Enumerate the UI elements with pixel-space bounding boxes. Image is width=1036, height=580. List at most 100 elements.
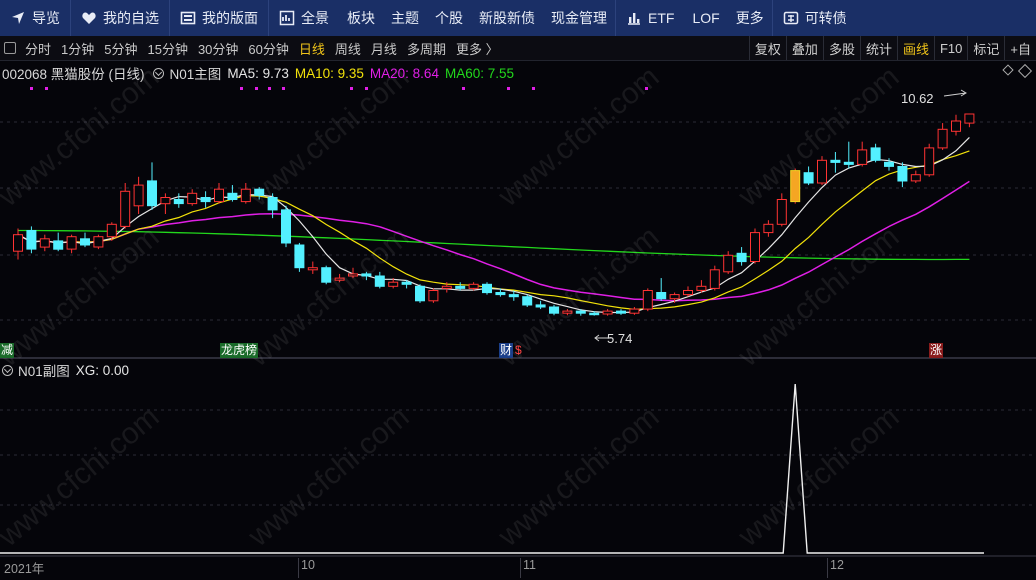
candle-body [589, 312, 600, 316]
candle-body [415, 285, 425, 302]
candle-body [843, 161, 854, 165]
ma20-value: MA20: 8.64 [369, 65, 439, 81]
candle-body [776, 199, 787, 225]
stock-title: 002068 黑猫股份 (日线) [2, 67, 145, 82]
candle-body [696, 285, 707, 291]
candle-body [321, 267, 332, 283]
high-price-label: 10.62 [901, 91, 934, 106]
candle-body [642, 290, 653, 310]
x-tick [827, 558, 828, 578]
candle-body [468, 283, 479, 289]
candle-body [294, 244, 305, 269]
candle-body [133, 184, 144, 207]
candle-body [428, 290, 439, 302]
candle-body [857, 149, 868, 165]
candle-body [884, 161, 894, 167]
signal-dot [240, 87, 243, 90]
candle-body [616, 310, 626, 314]
candle-body [508, 294, 519, 298]
xg-signal-line [0, 383, 984, 554]
ma60-value: MA60: 7.55 [444, 65, 514, 81]
signal-dot [507, 87, 510, 90]
candle-body [951, 120, 961, 132]
event-tag-limit-list[interactable]: 龙虎榜 [220, 343, 259, 358]
signal-dot [645, 87, 648, 90]
indicator-settings-icon[interactable] [152, 67, 164, 79]
signal-dot [282, 87, 285, 90]
candle-body [870, 147, 881, 161]
candle-body [964, 113, 975, 124]
ma10-value: MA10: 9.35 [294, 65, 364, 81]
candle-body [683, 290, 693, 296]
main-indicator-name[interactable]: N01主图 [170, 63, 222, 83]
candle-body [401, 281, 412, 285]
high-arrow [943, 89, 967, 97]
candle-body [790, 170, 801, 203]
candle-body [106, 223, 117, 238]
candle-body [187, 192, 198, 205]
signal-dot [365, 87, 368, 90]
event-tag-reduce[interactable]: 减 [0, 343, 15, 358]
sub-chart-header: N01副图 XG: 0.00 [0, 360, 129, 380]
candle-body [937, 128, 948, 149]
x-label-dec: 12 [830, 558, 844, 572]
candle-body [817, 159, 827, 184]
candle-body [763, 223, 774, 234]
candle-body [120, 190, 131, 227]
candle-body [53, 240, 64, 250]
x-label-oct: 10 [301, 558, 315, 572]
candle-body [281, 209, 291, 244]
candle-body [803, 172, 814, 184]
event-tag-finance[interactable]: 财 [499, 343, 514, 358]
low-price-label: 5.74 [607, 331, 633, 346]
candle-body [441, 285, 452, 289]
candle-body [374, 275, 385, 287]
event-tag-finance-s[interactable]: $ [514, 343, 523, 358]
signal-dot [45, 87, 48, 90]
candle-body [669, 294, 680, 300]
kline-chart[interactable] [0, 0, 1036, 580]
candle-body [39, 238, 50, 248]
candle-body [173, 199, 184, 205]
candle-body [348, 273, 358, 277]
candle-body [482, 283, 492, 294]
candle-body [26, 230, 37, 250]
candle-body [549, 306, 559, 314]
candle-body [750, 232, 760, 263]
candle-body [535, 304, 546, 308]
candle-body [147, 180, 157, 207]
signal-dot [255, 87, 258, 90]
candle-body [160, 197, 171, 205]
candle-body [214, 188, 224, 203]
signal-dot [268, 87, 271, 90]
sub-indicator-name[interactable]: N01副图 [18, 360, 70, 380]
x-tick [520, 558, 521, 578]
candle-body [13, 234, 23, 252]
signal-dot [350, 87, 353, 90]
candle-body [388, 281, 399, 287]
candle-body [66, 236, 77, 250]
candle-body [240, 188, 251, 203]
candle-body [334, 277, 345, 281]
candle-body [254, 188, 265, 196]
x-tick [298, 558, 299, 578]
app-window: { "nav": { "guide": "导览", "watchlist": "… [0, 0, 1036, 580]
signal-dot [30, 87, 33, 90]
candle-body [227, 192, 238, 201]
candle-body [629, 308, 640, 314]
candle-body [455, 285, 466, 289]
event-tag-rise[interactable]: 涨 [929, 343, 944, 358]
candle-body [924, 147, 935, 176]
candle-body [910, 174, 921, 182]
candle-body [80, 238, 90, 246]
candle-body [93, 236, 104, 248]
candle-body [307, 267, 318, 271]
sub-indicator-settings-icon[interactable] [2, 364, 13, 376]
candle-body [361, 273, 372, 277]
candle-body [656, 292, 667, 300]
candle-body [602, 310, 613, 315]
xg-value: XG: 0.00 [75, 362, 130, 378]
candle-body [897, 166, 908, 182]
x-label-2021: 2021年 [4, 562, 45, 576]
candle-body [575, 310, 586, 314]
